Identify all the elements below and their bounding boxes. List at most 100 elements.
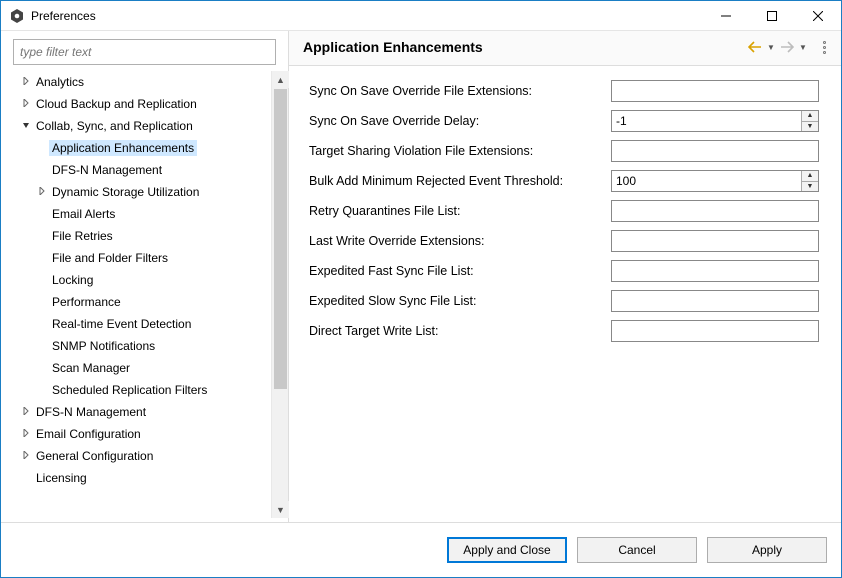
forward-icon[interactable] bbox=[779, 39, 795, 55]
field-label: Sync On Save Override Delay: bbox=[309, 114, 611, 128]
form-row: Expedited Fast Sync File List: bbox=[309, 260, 831, 282]
tree-item[interactable]: DFS-N Management bbox=[13, 159, 267, 181]
filter-input[interactable] bbox=[13, 39, 276, 65]
spinner-up-icon[interactable]: ▲ bbox=[802, 171, 818, 182]
tree-item[interactable]: General Configuration bbox=[13, 445, 267, 467]
tree-item-label: Scan Manager bbox=[49, 360, 133, 376]
tree-item-label: Application Enhancements bbox=[49, 140, 197, 156]
tree-item-label: SNMP Notifications bbox=[49, 338, 158, 354]
text-input[interactable] bbox=[611, 290, 819, 312]
apply-and-close-button[interactable]: Apply and Close bbox=[447, 537, 567, 563]
tree-item[interactable]: DFS-N Management bbox=[13, 401, 267, 423]
chevron-right-icon[interactable] bbox=[19, 77, 33, 88]
tree-item-label: General Configuration bbox=[33, 448, 156, 464]
chevron-down-icon[interactable] bbox=[19, 121, 33, 132]
field-label: Target Sharing Violation File Extensions… bbox=[309, 144, 611, 158]
chevron-right-icon[interactable] bbox=[19, 451, 33, 462]
number-spinner[interactable]: ▲▼ bbox=[611, 110, 819, 132]
back-dropdown-icon[interactable]: ▼ bbox=[767, 43, 775, 52]
sidebar: Analytics Cloud Backup and Replication Col… bbox=[1, 31, 288, 522]
close-button[interactable] bbox=[795, 1, 841, 31]
titlebar: Preferences bbox=[1, 1, 841, 31]
field-label: Last Write Override Extensions: bbox=[309, 234, 611, 248]
scroll-thumb[interactable] bbox=[274, 89, 287, 389]
tree-item[interactable]: SNMP Notifications bbox=[13, 335, 267, 357]
tree-item[interactable]: Locking bbox=[13, 269, 267, 291]
tree-item[interactable]: Scan Manager bbox=[13, 357, 267, 379]
tree-item-label: Licensing bbox=[33, 470, 90, 486]
chevron-right-icon[interactable] bbox=[35, 187, 49, 198]
tree-item-label: File Retries bbox=[49, 228, 116, 244]
field-label: Expedited Fast Sync File List: bbox=[309, 264, 611, 278]
form-row: Expedited Slow Sync File List: bbox=[309, 290, 831, 312]
tree-item-label: DFS-N Management bbox=[49, 162, 165, 178]
tree-item[interactable]: Application Enhancements bbox=[13, 137, 267, 159]
tree-item[interactable]: Email Configuration bbox=[13, 423, 267, 445]
main-panel: Application Enhancements ▼ ▼ Sync bbox=[288, 31, 841, 522]
tree-item[interactable]: File Retries bbox=[13, 225, 267, 247]
app-icon bbox=[9, 8, 25, 24]
form-row: Sync On Save Override File Extensions: bbox=[309, 80, 831, 102]
window-title: Preferences bbox=[31, 9, 96, 23]
tree-item[interactable]: Email Alerts bbox=[13, 203, 267, 225]
chevron-right-icon[interactable] bbox=[19, 429, 33, 440]
dialog-footer: Apply and Close Cancel Apply bbox=[1, 523, 841, 577]
page-title: Application Enhancements bbox=[303, 39, 483, 55]
text-input[interactable] bbox=[611, 200, 819, 222]
tree-item[interactable]: Dynamic Storage Utilization bbox=[13, 181, 267, 203]
tree-item-label: DFS-N Management bbox=[33, 404, 149, 420]
page-header: Application Enhancements ▼ ▼ bbox=[289, 31, 841, 66]
field-label: Bulk Add Minimum Rejected Event Threshol… bbox=[309, 174, 611, 188]
chevron-right-icon[interactable] bbox=[19, 407, 33, 418]
back-icon[interactable] bbox=[747, 39, 763, 55]
text-input[interactable] bbox=[611, 80, 819, 102]
tree-scrollbar[interactable]: ▲ ▼ bbox=[271, 71, 288, 518]
chevron-right-icon[interactable] bbox=[19, 99, 33, 110]
spinner-down-icon[interactable]: ▼ bbox=[802, 122, 818, 132]
text-input[interactable] bbox=[611, 260, 819, 282]
tree-item-label: Email Alerts bbox=[49, 206, 118, 222]
scroll-down-icon[interactable]: ▼ bbox=[272, 501, 289, 518]
field-label: Expedited Slow Sync File List: bbox=[309, 294, 611, 308]
apply-button[interactable]: Apply bbox=[707, 537, 827, 563]
field-label: Direct Target Write List: bbox=[309, 324, 611, 338]
text-input[interactable] bbox=[611, 230, 819, 252]
tree-item[interactable]: Analytics bbox=[13, 71, 267, 93]
spinner-down-icon[interactable]: ▼ bbox=[802, 182, 818, 192]
form-row: Direct Target Write List: bbox=[309, 320, 831, 342]
spinner-input[interactable] bbox=[612, 171, 801, 191]
tree-item[interactable]: Collab, Sync, and Replication bbox=[13, 115, 267, 137]
tree-item[interactable]: Licensing bbox=[13, 467, 267, 489]
scroll-up-icon[interactable]: ▲ bbox=[272, 71, 289, 88]
tree-item-label: Analytics bbox=[33, 74, 87, 90]
tree-item-label: Cloud Backup and Replication bbox=[33, 96, 200, 112]
tree-item[interactable]: Real-time Event Detection bbox=[13, 313, 267, 335]
number-spinner[interactable]: ▲▼ bbox=[611, 170, 819, 192]
minimize-button[interactable] bbox=[703, 1, 749, 31]
tree-item-label: File and Folder Filters bbox=[49, 250, 171, 266]
maximize-button[interactable] bbox=[749, 1, 795, 31]
tree-item[interactable]: File and Folder Filters bbox=[13, 247, 267, 269]
forward-dropdown-icon[interactable]: ▼ bbox=[799, 43, 807, 52]
tree-item[interactable]: Performance bbox=[13, 291, 267, 313]
field-label: Sync On Save Override File Extensions: bbox=[309, 84, 611, 98]
spinner-up-icon[interactable]: ▲ bbox=[802, 111, 818, 122]
text-input[interactable] bbox=[611, 140, 819, 162]
tree-item[interactable]: Scheduled Replication Filters bbox=[13, 379, 267, 401]
cancel-button[interactable]: Cancel bbox=[577, 537, 697, 563]
tree-item-label: Performance bbox=[49, 294, 124, 310]
spinner-input[interactable] bbox=[612, 111, 801, 131]
form-row: Bulk Add Minimum Rejected Event Threshol… bbox=[309, 170, 831, 192]
text-input[interactable] bbox=[611, 320, 819, 342]
view-menu-icon[interactable] bbox=[817, 41, 831, 54]
tree-item[interactable]: Cloud Backup and Replication bbox=[13, 93, 267, 115]
form-row: Retry Quarantines File List: bbox=[309, 200, 831, 222]
form-row: Target Sharing Violation File Extensions… bbox=[309, 140, 831, 162]
form-row: Last Write Override Extensions: bbox=[309, 230, 831, 252]
tree-item-label: Dynamic Storage Utilization bbox=[49, 184, 202, 200]
form-row: Sync On Save Override Delay:▲▼ bbox=[309, 110, 831, 132]
field-label: Retry Quarantines File List: bbox=[309, 204, 611, 218]
tree-item-label: Email Configuration bbox=[33, 426, 144, 442]
tree-item-label: Locking bbox=[49, 272, 96, 288]
preferences-tree[interactable]: Analytics Cloud Backup and Replication Col… bbox=[13, 71, 271, 518]
